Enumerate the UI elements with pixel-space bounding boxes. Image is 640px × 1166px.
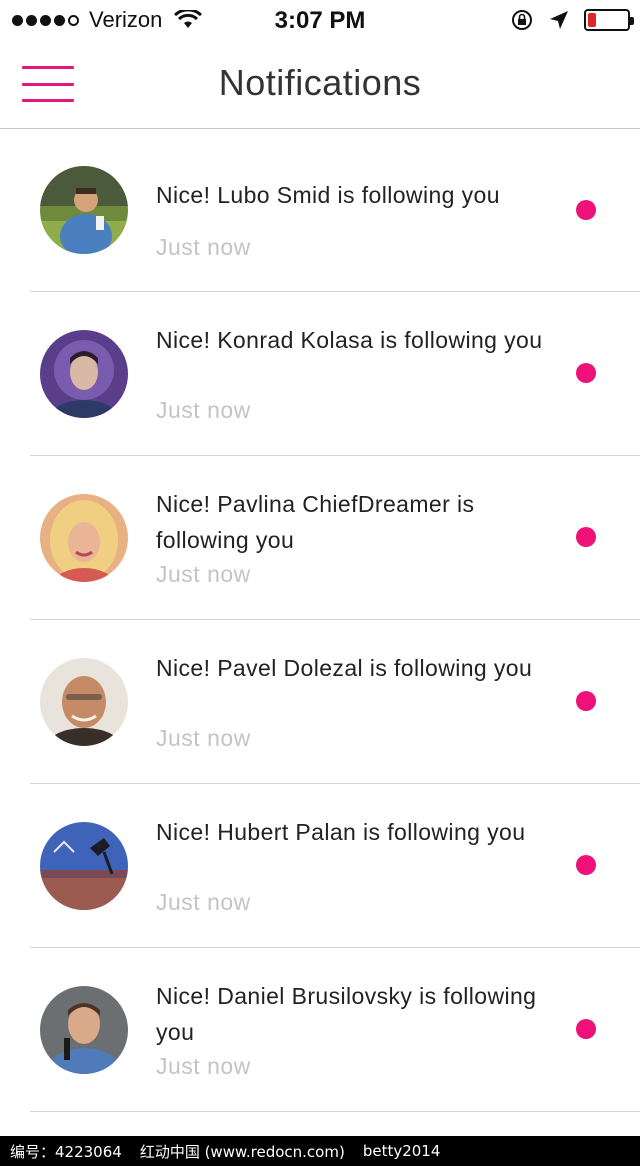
avatar xyxy=(40,986,128,1074)
footer-author: betty2014 xyxy=(362,1142,441,1160)
avatar xyxy=(40,330,128,418)
footer-site: 红动中国 (www.redocn.com) xyxy=(139,1142,345,1161)
status-bar: Verizon 3:07 PM xyxy=(0,0,640,40)
watermark-footer: 编号：4223064 红动中国 (www.redocn.com) betty20… xyxy=(0,1136,640,1166)
location-arrow-icon xyxy=(550,11,568,29)
notification-item[interactable]: Nice! Hubert Palan is following you Just… xyxy=(30,784,640,948)
notification-item[interactable]: Nice! Konrad Kolasa is following you Jus… xyxy=(30,292,640,456)
notification-text: Nice! Hubert Palan is following you xyxy=(156,819,526,845)
avatar xyxy=(40,494,128,582)
avatar xyxy=(40,166,128,254)
notification-text: Nice! Daniel Brusilovsky is following yo… xyxy=(156,983,537,1045)
notification-item[interactable]: Nice! Lubo Smid is following you Just no… xyxy=(30,129,640,292)
unread-indicator xyxy=(576,1019,596,1039)
unread-indicator xyxy=(576,527,596,547)
nav-bar: Notifications xyxy=(0,40,640,129)
notification-time: Just now xyxy=(156,1053,251,1079)
notification-text: Nice! Pavel Dolezal is following you xyxy=(156,655,533,681)
unread-indicator xyxy=(576,691,596,711)
notification-text: Nice! Lubo Smid is following you xyxy=(156,182,500,208)
notification-time: Just now xyxy=(156,561,251,587)
carrier-name: Verizon xyxy=(89,7,163,32)
notification-item[interactable]: Nice! Pavlina ChiefDreamer is following … xyxy=(30,456,640,620)
avatar xyxy=(40,822,128,910)
notification-time: Just now xyxy=(156,397,251,423)
notification-item[interactable]: Nice! Pavel Dolezal is following you Jus… xyxy=(30,620,640,784)
wifi-icon xyxy=(174,10,203,28)
signal-dots-icon xyxy=(12,14,79,26)
battery-level xyxy=(588,13,596,27)
page-title: Notifications xyxy=(218,62,422,103)
notification-time: Just now xyxy=(156,234,251,260)
unread-indicator xyxy=(576,363,596,383)
avatar xyxy=(40,658,128,746)
rotation-lock-icon xyxy=(512,10,532,30)
footer-id: 编号：4223064 xyxy=(10,1142,122,1161)
clock: 3:07 PM xyxy=(274,7,366,34)
notification-item[interactable]: Nice! Daniel Brusilovsky is following yo… xyxy=(30,948,640,1112)
battery-icon xyxy=(584,9,634,31)
unread-indicator xyxy=(576,855,596,875)
notification-text: Nice! Konrad Kolasa is following you xyxy=(156,327,543,353)
notification-list: Nice! Lubo Smid is following you Just no… xyxy=(0,129,640,1112)
unread-indicator xyxy=(576,200,596,220)
notification-time: Just now xyxy=(156,889,251,915)
notification-text: Nice! Pavlina ChiefDreamer is following … xyxy=(156,491,475,553)
notification-time: Just now xyxy=(156,725,251,751)
